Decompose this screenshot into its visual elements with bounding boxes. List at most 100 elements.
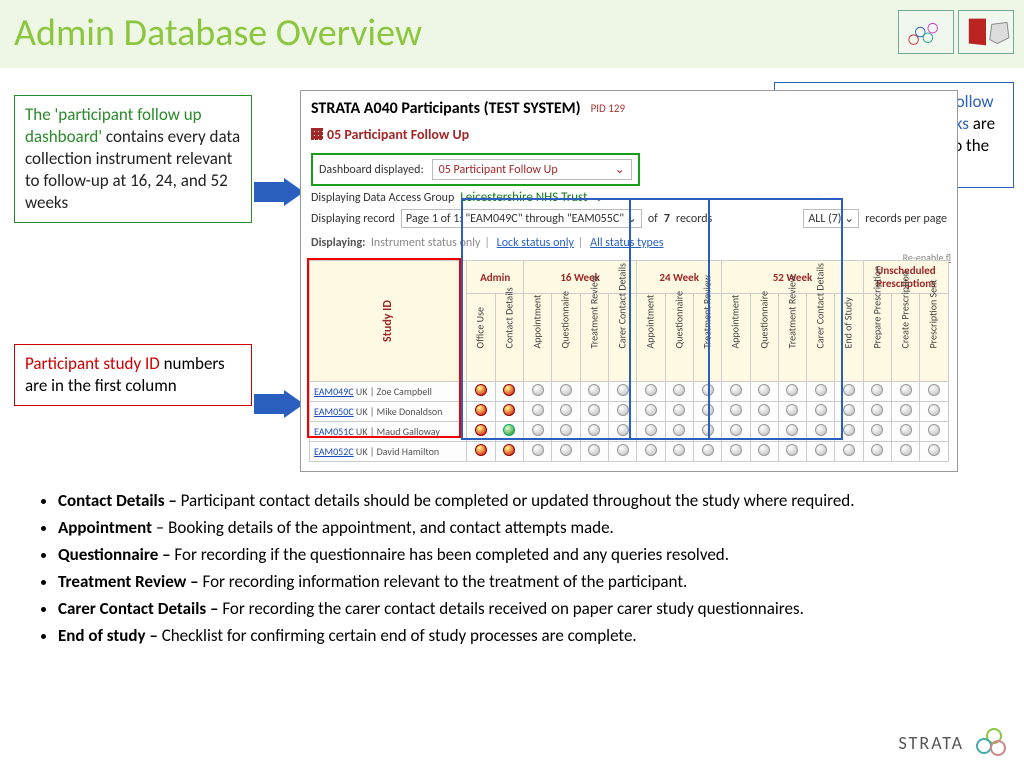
- studyid-link[interactable]: EAM052C: [314, 445, 354, 458]
- status-cell[interactable]: [693, 382, 721, 402]
- status-cell[interactable]: [608, 402, 636, 422]
- status-cell[interactable]: [778, 422, 806, 442]
- status-cell[interactable]: [523, 422, 551, 442]
- status-cell[interactable]: [552, 442, 580, 462]
- status-cell[interactable]: [552, 382, 580, 402]
- status-cell[interactable]: [523, 442, 551, 462]
- status-dot: [503, 424, 515, 436]
- status-cell[interactable]: [750, 382, 778, 402]
- status-dot: [702, 404, 714, 416]
- status-cell[interactable]: [892, 422, 920, 442]
- status-cell[interactable]: [778, 382, 806, 402]
- status-cell[interactable]: [580, 402, 608, 422]
- status-cell[interactable]: [523, 382, 551, 402]
- status-cell[interactable]: [467, 382, 495, 402]
- filter-lock-only[interactable]: Lock status only: [497, 236, 574, 250]
- status-dot: [475, 424, 487, 436]
- status-cell[interactable]: [580, 422, 608, 442]
- status-cell[interactable]: [920, 382, 949, 402]
- col-carer-contact-details: Carer Contact Details: [807, 294, 835, 382]
- status-cell[interactable]: [665, 402, 693, 422]
- status-cell[interactable]: [608, 442, 636, 462]
- status-cell[interactable]: [835, 402, 863, 422]
- status-cell[interactable]: [467, 422, 495, 442]
- status-cell[interactable]: [722, 402, 750, 422]
- status-cell[interactable]: [495, 422, 523, 442]
- status-cell[interactable]: [892, 402, 920, 422]
- status-cell[interactable]: [892, 442, 920, 462]
- status-cell[interactable]: [892, 382, 920, 402]
- dashboard-select[interactable]: 05 Participant Follow Up⌄: [432, 159, 632, 180]
- status-cell[interactable]: [863, 442, 891, 462]
- studyid-link[interactable]: EAM051C: [314, 425, 354, 438]
- status-cell[interactable]: [495, 402, 523, 422]
- status-cell[interactable]: [807, 422, 835, 442]
- status-cell[interactable]: [920, 402, 949, 422]
- status-cell[interactable]: [750, 422, 778, 442]
- page-select[interactable]: Page 1 of 1: "EAM049C" through "EAM055C"…: [401, 209, 642, 228]
- col-questionnaire: Questionnaire: [552, 294, 580, 382]
- status-dot: [645, 384, 657, 396]
- status-cell[interactable]: [835, 442, 863, 462]
- status-dot: [532, 424, 544, 436]
- status-dot: [503, 404, 515, 416]
- status-dot: [617, 384, 629, 396]
- filter-all-types[interactable]: All status types: [590, 236, 663, 250]
- status-dot: [702, 444, 714, 456]
- status-dot: [730, 404, 742, 416]
- record-label: Displaying record: [311, 212, 395, 226]
- status-cell[interactable]: [693, 422, 721, 442]
- status-cell[interactable]: [693, 402, 721, 422]
- status-cell[interactable]: [580, 442, 608, 462]
- status-dot: [815, 424, 827, 436]
- status-cell[interactable]: [637, 382, 665, 402]
- status-cell[interactable]: [778, 442, 806, 462]
- perpage-select[interactable]: ALL (7) ⌄: [803, 209, 859, 228]
- status-cell[interactable]: [835, 422, 863, 442]
- status-cell[interactable]: [580, 382, 608, 402]
- status-cell[interactable]: [637, 402, 665, 422]
- status-cell[interactable]: [863, 382, 891, 402]
- status-cell[interactable]: [778, 402, 806, 422]
- status-cell[interactable]: [467, 402, 495, 422]
- status-dot: [673, 424, 685, 436]
- table-row: EAM049C UK | Zoe Campbell: [310, 382, 949, 402]
- status-cell[interactable]: [722, 442, 750, 462]
- status-cell[interactable]: [750, 442, 778, 462]
- status-cell[interactable]: [920, 442, 949, 462]
- status-cell[interactable]: [552, 422, 580, 442]
- status-cell[interactable]: [807, 382, 835, 402]
- status-cell[interactable]: [750, 402, 778, 422]
- status-cell[interactable]: [665, 442, 693, 462]
- status-cell[interactable]: [467, 442, 495, 462]
- col-questionnaire: Questionnaire: [665, 294, 693, 382]
- status-cell[interactable]: [863, 402, 891, 422]
- bullet-item: Carer Contact Details – For recording th…: [58, 598, 1000, 621]
- status-cell[interactable]: [807, 402, 835, 422]
- status-cell[interactable]: [637, 422, 665, 442]
- status-cell[interactable]: [835, 382, 863, 402]
- status-cell[interactable]: [807, 442, 835, 462]
- status-dot: [758, 404, 770, 416]
- studyid-link[interactable]: EAM050C: [314, 405, 354, 418]
- status-cell[interactable]: [608, 382, 636, 402]
- status-dot: [786, 404, 798, 416]
- status-cell[interactable]: [693, 442, 721, 462]
- status-cell[interactable]: [608, 422, 636, 442]
- status-cell[interactable]: [637, 442, 665, 462]
- status-cell[interactable]: [722, 382, 750, 402]
- status-cell[interactable]: [495, 382, 523, 402]
- status-cell[interactable]: [665, 422, 693, 442]
- participant-table: Study ID Admin 16 Week 24 Week 52 Week U…: [309, 260, 949, 462]
- status-dot: [843, 424, 855, 436]
- bullet-item: End of study – Checklist for confirming …: [58, 625, 1000, 648]
- status-cell[interactable]: [495, 442, 523, 462]
- status-cell[interactable]: [920, 422, 949, 442]
- status-cell[interactable]: [665, 382, 693, 402]
- dag-value[interactable]: Leicestershire NHS Trust: [460, 190, 587, 205]
- status-cell[interactable]: [552, 402, 580, 422]
- status-cell[interactable]: [523, 402, 551, 422]
- studyid-link[interactable]: EAM049C: [314, 385, 354, 398]
- status-cell[interactable]: [722, 422, 750, 442]
- status-cell[interactable]: [863, 422, 891, 442]
